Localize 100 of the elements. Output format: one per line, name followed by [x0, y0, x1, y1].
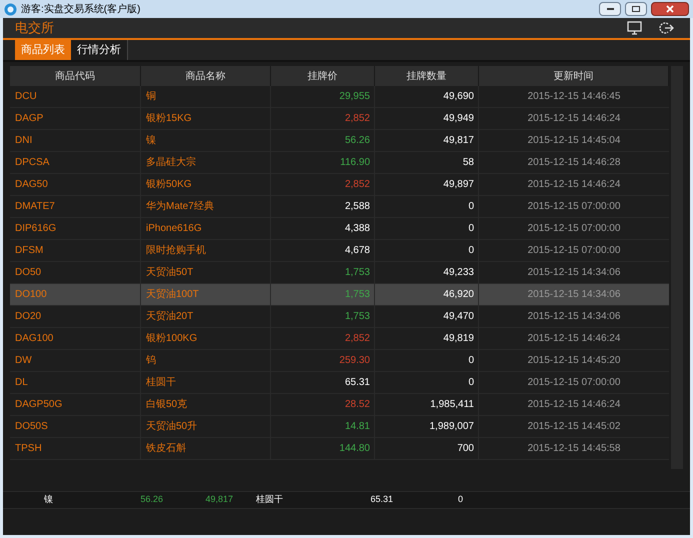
table-row[interactable]: DAG100 银粉100KG 2,852 49,819 2015-12-15 14:46:24: [10, 328, 669, 350]
product-code: DIP616G: [15, 222, 56, 236]
listing-quantity: 0: [468, 354, 474, 368]
ticker-price: 65.31: [369, 493, 393, 506]
listing-quantity: 0: [468, 222, 474, 236]
update-time: 2015-12-15 14:45:20: [528, 354, 620, 368]
update-time: 2015-12-15 14:34:06: [528, 310, 620, 324]
update-time: 2015-12-15 14:46:24: [528, 178, 620, 192]
listing-quantity: 700: [457, 442, 474, 456]
product-name: iPhone616G: [146, 222, 202, 236]
update-time: 2015-12-15 14:46:24: [528, 332, 620, 346]
listing-quantity: 1,985,411: [430, 398, 474, 412]
listing-price: 2,852: [344, 112, 370, 126]
product-code: DO100: [15, 288, 47, 302]
product-code: DAG50: [15, 178, 48, 192]
product-name: 华为Mate7经典: [146, 200, 214, 214]
table-row[interactable]: DAGP 银粉15KG 2,852 49,949 2015-12-15 14:46:24: [10, 108, 669, 130]
product-name: 限时抢购手机: [146, 244, 206, 258]
listing-price: 2,852: [344, 178, 370, 192]
product-code: DPCSA: [15, 156, 50, 170]
window-title: 游客:实盘交易系统(客户版): [21, 2, 140, 16]
listing-quantity: 58: [462, 156, 474, 170]
product-name: 天贸油50升: [146, 420, 198, 434]
table-row[interactable]: DFSM 限时抢购手机 4,678 0 2015-12-15 07:00:00: [10, 240, 669, 262]
product-code: DO50S: [15, 420, 48, 434]
product-code: DL: [15, 376, 28, 390]
ticker-quantity: 49,817: [204, 493, 233, 506]
listing-price: 65.31: [344, 376, 370, 390]
listing-quantity: 46,920: [443, 288, 474, 302]
listing-quantity: 49,819: [443, 332, 474, 346]
product-code: DAGP50G: [15, 398, 62, 412]
product-name: 铁皮石斛: [146, 442, 186, 456]
close-button[interactable]: [651, 2, 689, 16]
table-row[interactable]: DW 钨 259.30 0 2015-12-15 14:45:20: [10, 350, 669, 372]
product-name: 多晶硅大宗: [146, 156, 196, 170]
table-row[interactable]: DO50 天贸油50T 1,753 49,233 2015-12-15 14:34:06: [10, 262, 669, 284]
listing-quantity: 0: [468, 376, 474, 390]
listing-price: 29,955: [339, 90, 370, 104]
app-logo-icon: [4, 2, 17, 16]
table-row[interactable]: DIP616G iPhone616G 4,388 0 2015-12-15 07:00:00: [10, 218, 669, 240]
product-name: 镍: [146, 134, 156, 148]
ticker-price: 56.26: [139, 493, 163, 506]
listing-quantity: 49,897: [443, 178, 474, 192]
listing-price: 1,753: [344, 266, 370, 280]
listing-price: 56.26: [344, 134, 370, 148]
table-row[interactable]: DAG50 银粉50KG 2,852 49,897 2015-12-15 14:46:24: [10, 174, 669, 196]
listing-price: 28.52: [344, 398, 370, 412]
close-icon: [666, 5, 674, 13]
exchange-title: 电交所: [15, 19, 54, 38]
listing-quantity: 0: [468, 200, 474, 214]
ticker-name: 桂圆干: [255, 493, 284, 506]
table-row[interactable]: DCU 铜 29,955 49,690 2015-12-15 14:46:45: [10, 86, 669, 108]
product-code: TPSH: [15, 442, 42, 456]
update-time: 2015-12-15 14:46:45: [528, 90, 620, 104]
listing-price: 116.90: [340, 156, 370, 170]
ticker-name: 镍: [43, 493, 54, 506]
ticker-quantity: 0: [456, 493, 463, 506]
product-name: 银粉100KG: [146, 332, 198, 346]
listing-price: 1,753: [344, 310, 370, 324]
table-row[interactable]: TPSH 铁皮石斛 144.80 700 2015-12-15 14:45:58: [10, 438, 669, 460]
maximize-button[interactable]: [625, 2, 647, 16]
listing-quantity: 49,817: [443, 134, 474, 148]
table-row[interactable]: DMATE7 华为Mate7经典 2,588 0 2015-12-15 07:00:00: [10, 196, 669, 218]
listing-price: 4,678: [344, 244, 370, 258]
product-code: DO20: [15, 310, 42, 324]
table-row[interactable]: DL 桂圆干 65.31 0 2015-12-15 07:00:00: [10, 372, 669, 394]
product-code: DAGP: [15, 112, 44, 126]
update-time: 2015-12-15 14:46:24: [528, 398, 620, 412]
tab[interactable]: 行情分析: [71, 40, 128, 60]
listing-price: 2,588: [344, 200, 370, 214]
update-time: 2015-12-15 07:00:00: [528, 244, 620, 258]
minimize-button[interactable]: [599, 2, 621, 16]
table-row[interactable]: DO50S 天贸油50升 14.81 1,989,007 2015-12-15 14:45:02: [10, 416, 669, 438]
monitor-icon[interactable]: [627, 21, 642, 35]
table-row[interactable]: DPCSA 多晶硅大宗 116.90 58 2015-12-15 14:46:28: [10, 152, 669, 174]
product-name: 铜: [146, 90, 156, 104]
product-name: 天贸油50T: [146, 266, 194, 280]
listing-price: 1,753: [344, 288, 370, 302]
table-row[interactable]: DAGP50G 白银50克 28.52 1,985,411 2015-12-15 14:46:24: [10, 394, 669, 416]
listing-quantity: 49,233: [443, 266, 474, 280]
product-code: DMATE7: [15, 200, 55, 214]
product-name: 钨: [146, 354, 156, 368]
product-code: DNI: [15, 134, 32, 148]
table-row[interactable]: DO20 天贸油20T 1,753 49,470 2015-12-15 14:34:06: [10, 306, 669, 328]
update-time: 2015-12-15 14:34:06: [528, 266, 620, 280]
logout-icon[interactable]: [658, 21, 674, 35]
product-name: 天贸油100T: [146, 288, 199, 302]
table-row[interactable]: DO100 天贸油100T 1,753 46,920 2015-12-15 14:34:06: [10, 284, 669, 306]
product-name: 银粉50KG: [146, 178, 192, 192]
table-row[interactable]: DNI 镍 56.26 49,817 2015-12-15 14:45:04: [10, 130, 669, 152]
listing-price: 144.80: [339, 442, 370, 456]
update-time: 2015-12-15 14:34:06: [528, 288, 620, 302]
listing-quantity: 49,470: [443, 310, 474, 324]
product-code: DFSM: [15, 244, 44, 258]
product-code: DCU: [15, 90, 37, 104]
product-name: 银粉15KG: [146, 112, 192, 126]
product-name: 白银50克: [146, 398, 188, 412]
product-code: DAG100: [15, 332, 54, 346]
product-code: DO50: [15, 266, 42, 280]
update-time: 2015-12-15 14:45:02: [528, 420, 620, 434]
